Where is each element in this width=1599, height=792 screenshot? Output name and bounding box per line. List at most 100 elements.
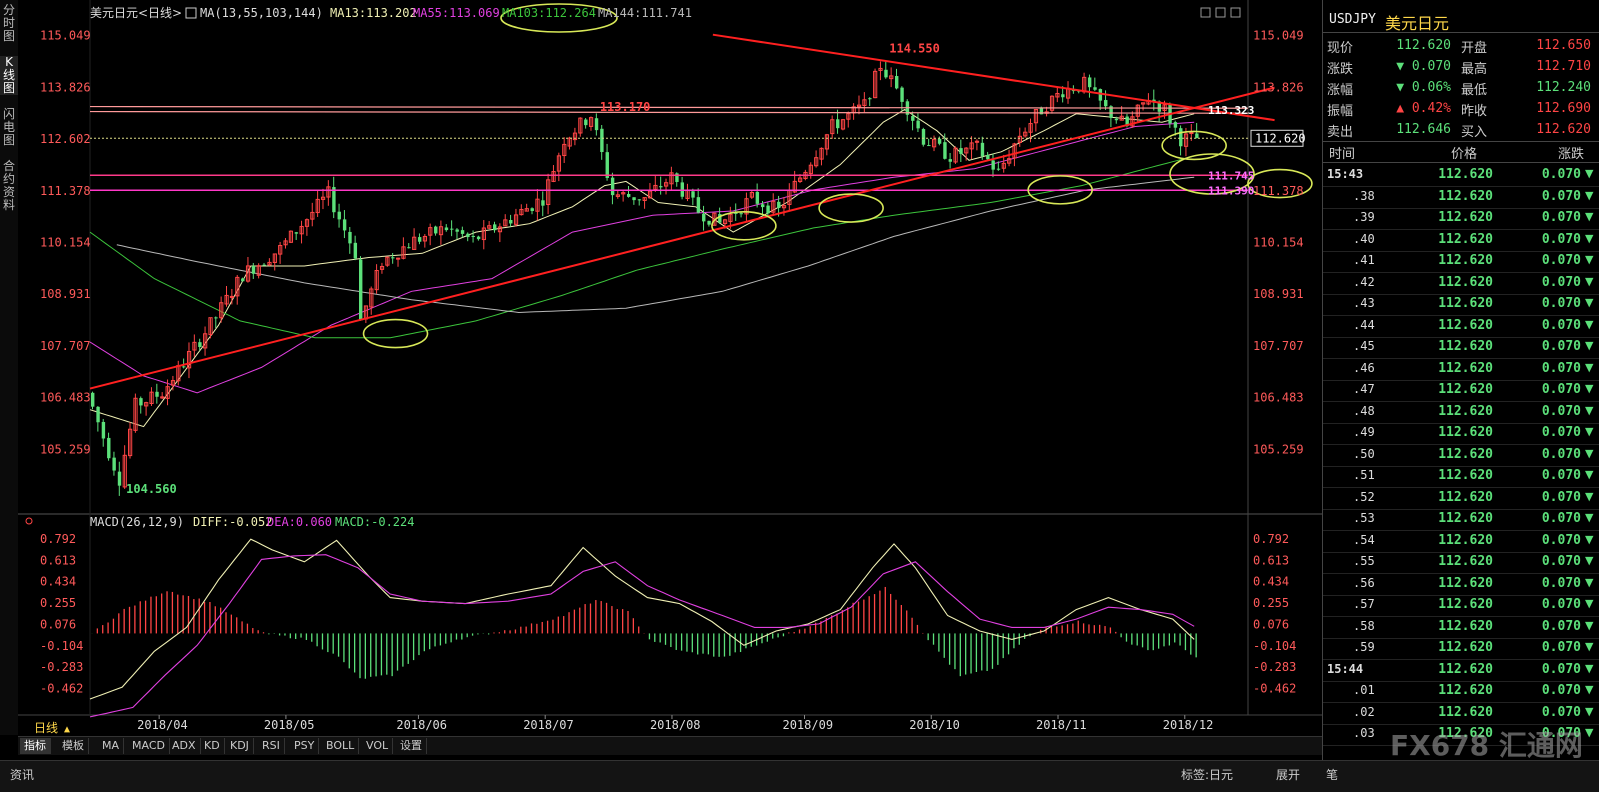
tab-psy[interactable]: PSY [290, 738, 320, 754]
quote-label: 涨跌 [1327, 62, 1354, 77]
candle-body-down [214, 317, 218, 319]
level-price-label: 111.745 [1208, 169, 1254, 182]
quote-value-2: 112.620 [1536, 122, 1591, 137]
tick-time: .38 [1353, 188, 1375, 203]
tab-kline[interactable]: K线图 [0, 56, 18, 95]
period-label[interactable]: 日线 [34, 721, 58, 735]
tick-down-arrow-icon: ▼ [1585, 618, 1594, 632]
quote-label: 振幅 [1327, 104, 1354, 119]
tick-price: 112.620 [1438, 661, 1493, 677]
tick-row: .43 112.620 0.070 ▼ [1323, 294, 1599, 316]
tab-template[interactable]: 模板 [58, 738, 89, 754]
candle-body-down [434, 226, 438, 234]
tab-ma[interactable]: MA [98, 738, 125, 754]
tick-row: .39 112.620 0.070 ▼ [1323, 208, 1599, 230]
tick-time: .54 [1353, 532, 1375, 547]
macd-histogram-value: MACD:-0.224 [335, 515, 414, 529]
tick-time: .55 [1353, 554, 1375, 568]
tick-time: .43 [1353, 296, 1375, 310]
tick-change: 0.070 [1541, 210, 1581, 225]
tab-contract-info[interactable]: 合约资料 [0, 160, 18, 212]
tick-row: .57 112.620 0.070 ▼ [1323, 595, 1599, 617]
tab-rsi[interactable]: RSI [258, 738, 285, 754]
tab-time-share[interactable]: 分时图 [0, 4, 18, 43]
candle-body-down [702, 213, 706, 222]
tag-label[interactable]: 标签:日元 [1181, 766, 1233, 783]
tab-lightning[interactable]: 闪电图 [0, 108, 18, 147]
quote-label-2: 开盘 [1461, 41, 1488, 56]
tick-down-arrow-icon: ▼ [1585, 188, 1594, 202]
macd-diff-value: DIFF:-0.052 [193, 515, 272, 529]
tab-vol[interactable]: VOL [362, 738, 394, 754]
quote-value: ▼ 0.070 [1396, 59, 1451, 74]
tick-change: 0.070 [1541, 511, 1581, 526]
tab-kdj[interactable]: KDJ [226, 738, 254, 754]
quote-value: ▲ 0.42% [1396, 101, 1451, 116]
tab-settings[interactable]: 设置 [396, 738, 427, 754]
tick-time: .49 [1353, 425, 1375, 439]
tab-macd[interactable]: MACD [128, 738, 170, 754]
period-dropdown-icon[interactable]: ▲ [64, 724, 70, 735]
price-axis-left-label: 111.378 [40, 184, 91, 198]
tick-change: 0.070 [1541, 661, 1581, 677]
time-axis-label: 2018/09 [782, 718, 833, 732]
macd-definition: MACD(26,12,9) [90, 515, 184, 529]
macd-axis-left-label: 0.076 [40, 617, 76, 631]
candle-body-down [766, 205, 770, 214]
tick-row: .42 112.620 0.070 ▼ [1323, 273, 1599, 295]
level-price-label: 113.323 [1208, 104, 1254, 117]
candle-body-down [921, 129, 926, 145]
tab-indicator[interactable]: 指标 [20, 738, 51, 754]
tick-time: .01 [1353, 683, 1375, 697]
watermark-logo: FX678 汇通网 [1390, 729, 1583, 762]
tick-price: 112.620 [1438, 360, 1493, 376]
macd-axis-right-label: 0.434 [1253, 575, 1289, 589]
ma-definition: MA(13,55,103,144) [200, 6, 323, 20]
chart-title: 美元日元<日线> [90, 6, 182, 20]
news-link[interactable]: 资讯 [10, 766, 34, 783]
tick-price: 112.620 [1438, 511, 1493, 526]
tab-kd[interactable]: KD [200, 738, 225, 754]
candle-body-down [337, 211, 341, 220]
candle-body-down [600, 128, 604, 153]
price-axis-left-label: 107.707 [40, 339, 91, 353]
candle-body-down [991, 160, 995, 170]
main-chart-area[interactable]: 115.049 115.049 113.826 113.826 112.602 112.6… [18, 0, 1322, 736]
tick-time: .02 [1353, 704, 1375, 719]
pen-button[interactable]: 笔 [1326, 766, 1338, 783]
macd-axis-right-label: 0.076 [1253, 617, 1289, 631]
candle-body-down [353, 242, 358, 259]
quote-value-2: 112.710 [1536, 59, 1591, 74]
tick-down-arrow-icon: ▼ [1585, 425, 1594, 438]
tab-adx[interactable]: ADX [168, 738, 201, 754]
candle-body-down [348, 231, 352, 244]
price-axis-left-label: 113.826 [40, 80, 91, 94]
tick-price: 112.620 [1438, 231, 1493, 247]
price-axis-right-label: 106.483 [1253, 391, 1304, 405]
tab-boll[interactable]: BOLL [322, 738, 360, 754]
candle-body-down [627, 193, 631, 197]
tick-change: 0.070 [1541, 274, 1581, 290]
tick-price: 112.620 [1438, 382, 1493, 397]
quote-row: 涨幅 ▼ 0.06% 最低 112.240 [1323, 79, 1599, 99]
expand-button[interactable]: 展开 [1276, 766, 1300, 783]
indicator-tabs: 指标 模板 MA MACD ADX KD KDJ RSI PSY BOLL VO… [18, 736, 1322, 755]
quote-row: 现价 112.620 开盘 112.650 [1323, 37, 1599, 57]
symbol-name: 美元日元 [1385, 14, 1450, 33]
candle-body-down [1179, 128, 1183, 147]
tick-down-arrow-icon: ▼ [1585, 704, 1594, 718]
tick-time: .47 [1353, 382, 1375, 396]
candle-body-down [198, 342, 202, 347]
tick-price: 112.620 [1438, 253, 1493, 268]
tick-row: .59 112.620 0.070 ▼ [1323, 638, 1599, 660]
tick-row: .48 112.620 0.070 ▼ [1323, 402, 1599, 424]
tick-down-arrow-icon: ▼ [1585, 683, 1594, 696]
candle-body-down [407, 247, 411, 249]
tick-change: 0.070 [1541, 446, 1581, 462]
tick-row: .50 112.620 0.070 ▼ [1323, 445, 1599, 467]
status-bar: 资讯 标签:日元 展开 笔 [0, 760, 1599, 792]
candle-body-down [1114, 118, 1119, 121]
tick-down-arrow-icon: ▼ [1585, 468, 1594, 481]
tick-price: 112.620 [1438, 468, 1493, 483]
tick-row: .54 112.620 0.070 ▼ [1323, 531, 1599, 553]
